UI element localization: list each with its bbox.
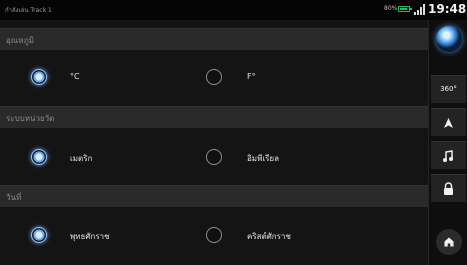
view-360-button[interactable]: 360° — [431, 75, 466, 103]
fahrenheit-radio[interactable] — [206, 69, 222, 85]
buddhist-era-radio[interactable] — [31, 227, 47, 243]
imperial-label: อิมพีเรียล — [247, 154, 279, 163]
blue-orb-icon[interactable] — [436, 26, 462, 52]
units-section-header: ระบบหน่วยวัด — [0, 106, 428, 128]
home-icon — [444, 237, 454, 247]
battery-icon — [398, 6, 412, 12]
settings-panel: อุณหภูมิ °C F° ระบบหน่วยวัด เมตริก อิมพี… — [0, 20, 428, 265]
signal-strength-icon — [414, 4, 426, 15]
units-section-title: ระบบหน่วยวัด — [6, 114, 55, 123]
music-button[interactable] — [431, 141, 466, 169]
metric-radio[interactable] — [31, 149, 47, 165]
fahrenheit-label: F° — [247, 72, 256, 81]
navigation-arrow-icon — [444, 118, 453, 128]
temperature-section-header: อุณหภูมิ — [0, 28, 428, 50]
music-note-icon — [443, 150, 453, 162]
navigation-button[interactable] — [431, 108, 466, 136]
date-section-title: วันที่ — [6, 193, 22, 202]
lock-button[interactable] — [431, 174, 466, 202]
celsius-radio[interactable] — [31, 69, 47, 85]
metric-label: เมตริก — [70, 154, 93, 163]
now-playing-text: กำลังเล่น Track 1 — [5, 7, 52, 14]
temperature-section-title: อุณหภูมิ — [6, 36, 35, 45]
imperial-radio[interactable] — [206, 149, 222, 165]
right-sidebar: 360° — [428, 20, 467, 265]
christian-era-radio[interactable] — [206, 227, 222, 243]
battery-percentage: 80% — [384, 5, 398, 12]
christian-era-label: คริสต์ศักราช — [247, 232, 291, 241]
buddhist-era-label: พุทธศักราช — [70, 232, 110, 241]
date-section-header: วันที่ — [0, 185, 428, 207]
clock: 19:48 — [428, 2, 467, 16]
home-button[interactable] — [436, 229, 462, 255]
celsius-label: °C — [70, 72, 80, 81]
lock-icon — [444, 182, 453, 195]
status-bar: กำลังเล่น Track 1 80% 19:48 — [0, 0, 467, 20]
360-view-icon: 360° — [440, 85, 457, 93]
